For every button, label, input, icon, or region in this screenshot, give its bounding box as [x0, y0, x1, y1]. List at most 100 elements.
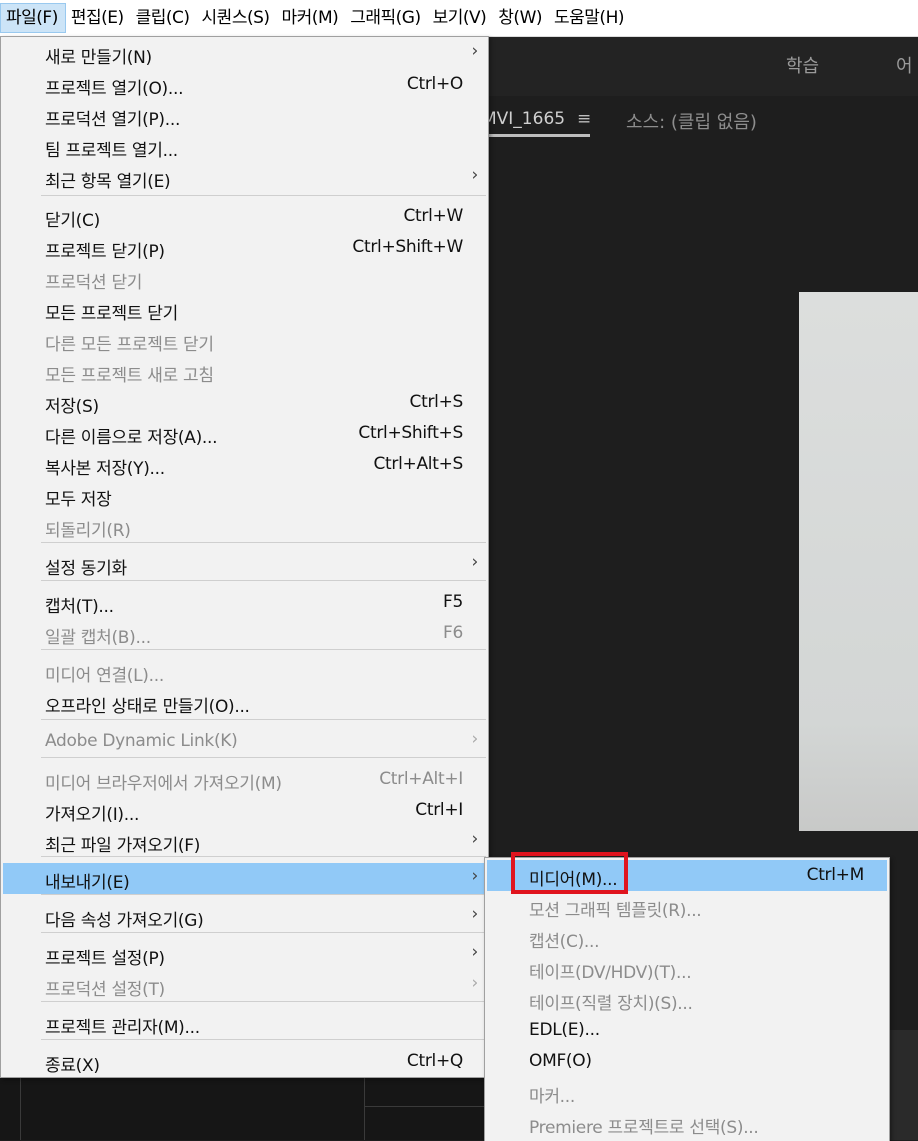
export-menu-item-Premiere-프로젝트로-선택[interactable]: Premiere 프로젝트로 선택(S)... — [487, 1108, 887, 1139]
menu-item-label: 테이프(DV/HDV)(T)... — [529, 963, 692, 983]
menu-item-label: 테이프(직렬 장치)(S)... — [529, 994, 693, 1014]
menubar-item[interactable]: 마커(M) — [277, 3, 346, 33]
menu-item-label: 모든 프로젝트 닫기 — [45, 304, 178, 324]
menu-separator — [41, 1001, 486, 1002]
file-menu-item-Adobe-Dynamic-Link[interactable]: Adobe Dynamic Link(K) › — [3, 726, 486, 757]
menubar-item[interactable]: 도움말(H) — [549, 3, 631, 33]
file-menu-item-오프라인-상태로-만들기[interactable]: 오프라인 상태로 만들기(O)... — [3, 687, 486, 718]
menu-item-label: 오프라인 상태로 만들기(O)... — [45, 697, 250, 717]
video-preview — [799, 292, 918, 831]
menubar-item[interactable]: 클립(C) — [131, 3, 197, 33]
menu-item-shortcut: Ctrl+I — [415, 800, 463, 820]
export-menu-item-OMF[interactable]: OMF(O) — [487, 1046, 887, 1077]
menu-item-label: 새로 만들기(N) — [45, 48, 152, 68]
menu-item-label: 종료(X) — [45, 1056, 100, 1076]
clip-tab[interactable]: MVI_1665 — [482, 109, 565, 129]
menu-item-label: Adobe Dynamic Link(K) — [45, 731, 238, 751]
menu-item-label: 프로덕션 설정(T) — [45, 980, 165, 1000]
file-menu-item-프로덕션-닫기[interactable]: 프로덕션 닫기 — [3, 263, 486, 294]
export-menu-item-모션-그래픽-템플릿[interactable]: 모션 그래픽 템플릿(R)... — [487, 891, 887, 922]
menu-separator — [41, 580, 486, 581]
menubar-item[interactable]: 시퀀스(S) — [197, 3, 277, 33]
active-tab-underline — [480, 134, 590, 137]
file-menu-item-프로젝트-관리자[interactable]: 프로젝트 관리자(M)... — [3, 1008, 486, 1039]
file-menu-item-가져오기[interactable]: 가져오기(I)... Ctrl+I — [3, 795, 486, 826]
file-menu-item-미디어-연결[interactable]: 미디어 연결(L)... — [3, 656, 486, 687]
menu-separator — [41, 757, 486, 758]
file-menu-item-모든-프로젝트-새로-고침[interactable]: 모든 프로젝트 새로 고침 — [3, 356, 486, 387]
menu-item-shortcut: Ctrl+M — [806, 865, 865, 885]
submenu-arrow-icon: › — [471, 942, 479, 962]
file-menu-item-프로젝트-닫기[interactable]: 프로젝트 닫기(P) Ctrl+Shift+W — [3, 232, 486, 263]
menu-item-label: 캡션(C)... — [529, 932, 600, 952]
menu-item-label: 다른 이름으로 저장(A)... — [45, 428, 218, 448]
menu-separator — [41, 894, 486, 895]
menu-separator — [41, 649, 486, 650]
file-menu-item-모든-프로젝트-닫기[interactable]: 모든 프로젝트 닫기 — [3, 294, 486, 325]
file-menu-item-닫기[interactable]: 닫기(C) Ctrl+W — [3, 201, 486, 232]
export-menu-item-테이프[interactable]: 테이프(직렬 장치)(S)... — [487, 984, 887, 1015]
file-menu-item-프로젝트-설정[interactable]: 프로젝트 설정(P) › — [3, 939, 486, 970]
file-menu-item-복사본-저장[interactable]: 복사본 저장(Y)... Ctrl+Alt+S — [3, 449, 486, 480]
menu-item-label: 프로젝트 관리자(M)... — [45, 1018, 200, 1038]
panel-menu-icon[interactable]: ≡ — [577, 109, 591, 129]
file-menu-item-종료[interactable]: 종료(X) Ctrl+Q — [3, 1046, 486, 1077]
source-monitor-tab[interactable]: 소스: (클립 없음) — [626, 108, 757, 134]
menubar-item[interactable]: 창(W) — [493, 3, 549, 33]
file-menu-item-다른-이름으로-저장[interactable]: 다른 이름으로 저장(A)... Ctrl+Shift+S — [3, 418, 486, 449]
file-menu: 새로 만들기(N) › 프로젝트 열기(O)... Ctrl+O 프로덕션 열기(P).… — [0, 36, 489, 1078]
file-menu-item-다른-모든-프로젝트-닫기[interactable]: 다른 모든 프로젝트 닫기 — [3, 325, 486, 356]
file-menu-item-모두-저장[interactable]: 모두 저장 — [3, 480, 486, 511]
menu-item-label: Premiere 프로젝트로 선택(S)... — [529, 1118, 759, 1138]
file-menu-item-프로덕션-설정[interactable]: 프로덕션 설정(T) › — [3, 970, 486, 1001]
file-menu-item-되돌리기[interactable]: 되돌리기(R) — [3, 511, 486, 542]
file-menu-item-캡처[interactable]: 캡처(T)... F5 — [3, 587, 486, 618]
file-menu-item-새로-만들기[interactable]: 새로 만들기(N) › — [3, 38, 486, 69]
menu-bar: 파일(F) 편집(E) 클립(C) 시퀀스(S) 마커(M) 그래픽(G) 보기(V) 창(W… — [0, 0, 918, 37]
export-menu-item-캡션[interactable]: 캡션(C)... — [487, 922, 887, 953]
file-menu-item-팀-프로젝트-열기[interactable]: 팀 프로젝트 열기... — [3, 131, 486, 162]
file-menu-item-다음-속성-가져오기[interactable]: 다음 속성 가져오기(G) › — [3, 901, 486, 932]
menu-item-shortcut: Ctrl+Alt+I — [379, 769, 463, 789]
menubar-item[interactable]: 편집(E) — [66, 3, 131, 33]
file-menu-item-설정-동기화[interactable]: 설정 동기화 › — [3, 549, 486, 580]
menu-item-label: 미디어 연결(L)... — [45, 666, 164, 686]
file-menu-item-최근-파일-가져오기[interactable]: 최근 파일 가져오기(F) › — [3, 826, 486, 857]
workspace-tab-learn[interactable]: 학습 — [786, 52, 819, 78]
submenu-arrow-icon: › — [471, 165, 479, 185]
export-menu-item-테이프[interactable]: 테이프(DV/HDV)(T)... — [487, 953, 887, 984]
menu-item-label: 팀 프로젝트 열기... — [45, 141, 178, 161]
annotation-highlight-box — [511, 852, 628, 894]
file-menu-item-저장[interactable]: 저장(S) Ctrl+S — [3, 387, 486, 418]
menubar-item[interactable]: 그래픽(G) — [345, 3, 427, 33]
menu-item-label: EDL(E)... — [529, 1020, 600, 1040]
menu-item-shortcut: Ctrl+S — [409, 392, 464, 412]
file-menu-item-프로덕션-열기[interactable]: 프로덕션 열기(P)... — [3, 100, 486, 131]
menu-item-label: 캡처(T)... — [45, 597, 114, 617]
menubar-item[interactable]: 파일(F) — [0, 3, 66, 33]
menubar-item[interactable]: 보기(V) — [428, 3, 494, 33]
menu-item-label: 되돌리기(R) — [45, 521, 131, 541]
menu-separator — [41, 542, 486, 543]
workspace-bar — [488, 36, 918, 96]
file-menu-item-미디어-브라우저에서-가져오기[interactable]: 미디어 브라우저에서 가져오기(M) Ctrl+Alt+I — [3, 764, 486, 795]
menu-item-label: 저장(S) — [45, 397, 99, 417]
menu-item-shortcut: Ctrl+W — [403, 206, 463, 226]
export-menu-item-마커[interactable]: 마커... — [487, 1077, 887, 1108]
file-menu-item-프로젝트-열기[interactable]: 프로젝트 열기(O)... Ctrl+O — [3, 69, 486, 100]
workspace-tab-partial[interactable]: 어 — [896, 52, 913, 78]
menu-item-shortcut: F5 — [443, 592, 463, 612]
right-panel-edge — [890, 1030, 918, 1140]
export-menu-item-EDL[interactable]: EDL(E)... — [487, 1015, 887, 1046]
file-menu-item-내보내기[interactable]: 내보내기(E) › — [3, 863, 486, 894]
menu-item-shortcut: Ctrl+O — [406, 74, 463, 94]
menu-item-shortcut: Ctrl+Shift+S — [358, 423, 463, 443]
menu-item-label: 모두 저장 — [45, 490, 112, 510]
file-menu-item-일괄-캡처[interactable]: 일괄 캡처(B)... F6 — [3, 618, 486, 649]
menu-item-label: 가져오기(I)... — [45, 805, 140, 825]
menu-item-label: 닫기(C) — [45, 211, 100, 231]
menu-item-label: 프로젝트 닫기(P) — [45, 242, 165, 262]
file-menu-item-최근-항목-열기[interactable]: 최근 항목 열기(E) › — [3, 162, 486, 193]
menu-item-shortcut: Ctrl+Shift+W — [352, 237, 463, 257]
menu-item-shortcut: Ctrl+Q — [406, 1051, 463, 1071]
